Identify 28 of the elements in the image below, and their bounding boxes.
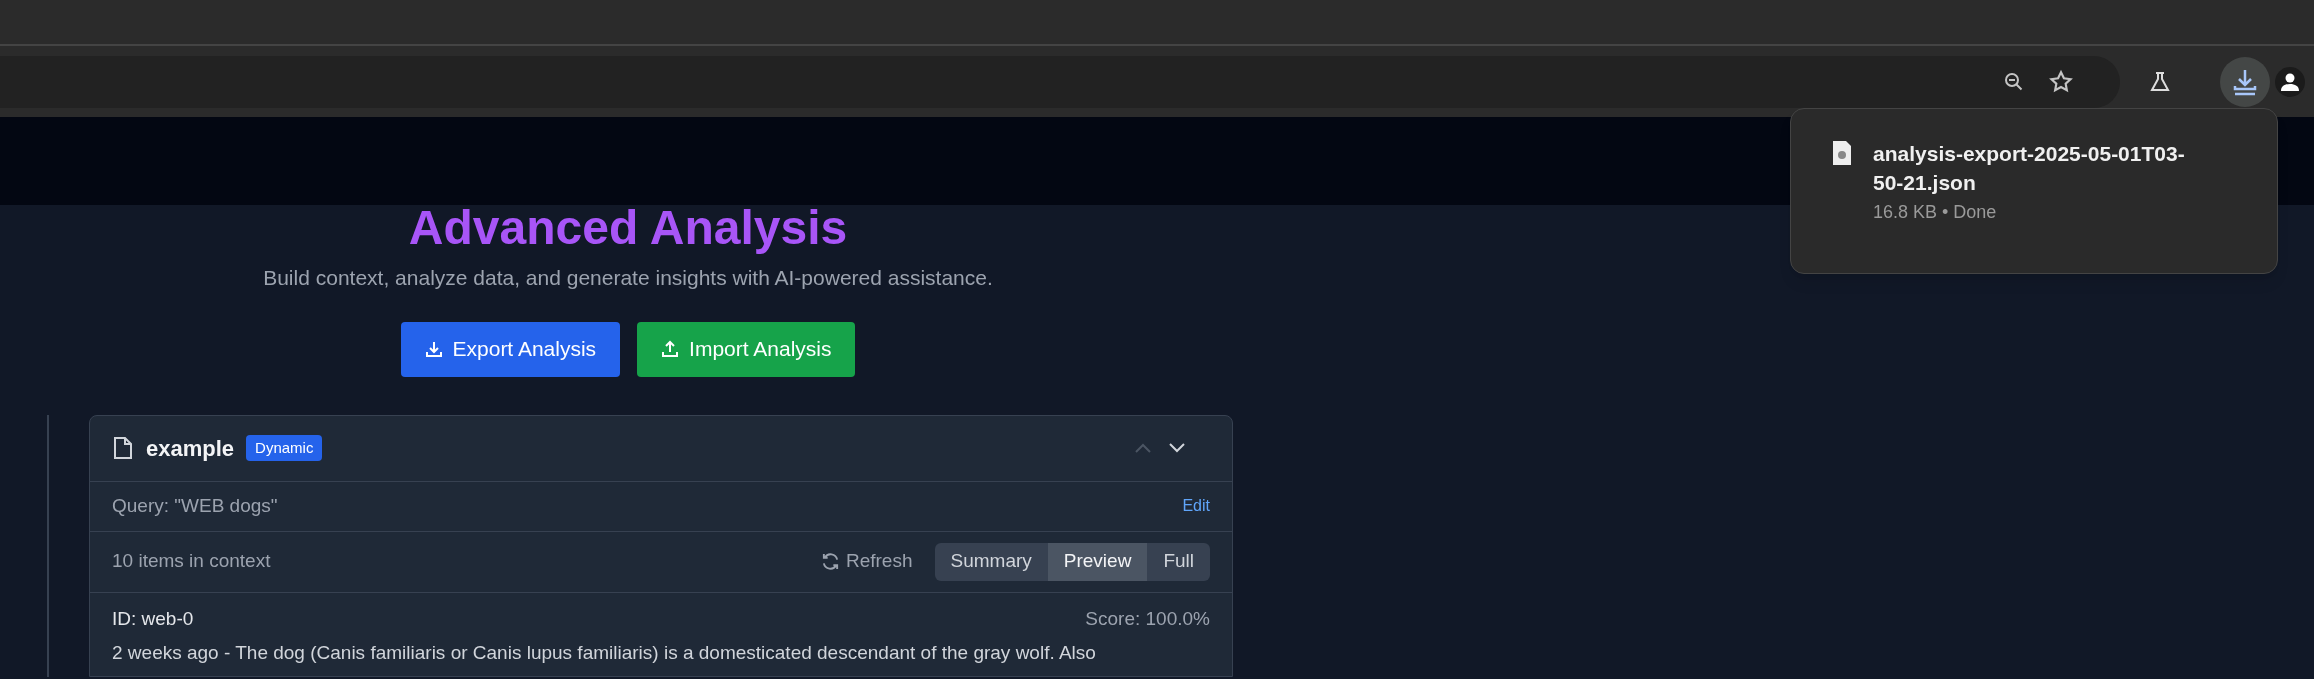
download-filename[interactable]: analysis-export-2025-05-01T03-50-21.json — [1873, 139, 2203, 197]
view-mode-tab[interactable]: Preview — [1047, 542, 1148, 581]
item-id: ID: web-0 — [112, 606, 194, 631]
file-icon — [1831, 139, 1853, 167]
download-status: 16.8 KB • Done — [1873, 201, 1998, 224]
page-subtitle: Build context, analyze data, and generate insights with AI-powered assistance. — [263, 265, 993, 291]
upload-icon — [661, 340, 680, 358]
profile-icon[interactable] — [2275, 66, 2305, 97]
download-button[interactable] — [2220, 56, 2270, 107]
item-score: Score: 100.0% — [1085, 606, 1210, 631]
query-text: Query: "WEB dogs" — [112, 493, 278, 518]
chevron-down-icon[interactable] — [1168, 442, 1186, 454]
download-icon — [2232, 67, 2258, 96]
item-count: 10 items in context — [112, 549, 271, 574]
flask-icon[interactable] — [2148, 69, 2172, 94]
download-icon — [424, 340, 443, 358]
edit-link[interactable]: Edit — [1182, 494, 1210, 518]
refresh-icon — [820, 552, 840, 571]
refresh-button[interactable]: Refresh — [820, 547, 913, 576]
view-mode-tab[interactable]: Summary — [934, 542, 1048, 581]
context-name: example — [146, 434, 235, 463]
file-icon — [112, 436, 134, 460]
page-title: Advanced Analysis — [408, 200, 848, 256]
star-icon[interactable] — [2048, 68, 2074, 95]
item-text: 2 weeks ago - The dog (Canis familiaris or Canis lupus familiaris) is a domesticated descendant of the gray wolf. Also — [112, 641, 1097, 665]
view-mode-tab[interactable]: Full — [1147, 542, 1210, 581]
export-button[interactable]: Export Analysis — [400, 321, 621, 377]
context-type-badge: Dynamic — [246, 434, 323, 462]
